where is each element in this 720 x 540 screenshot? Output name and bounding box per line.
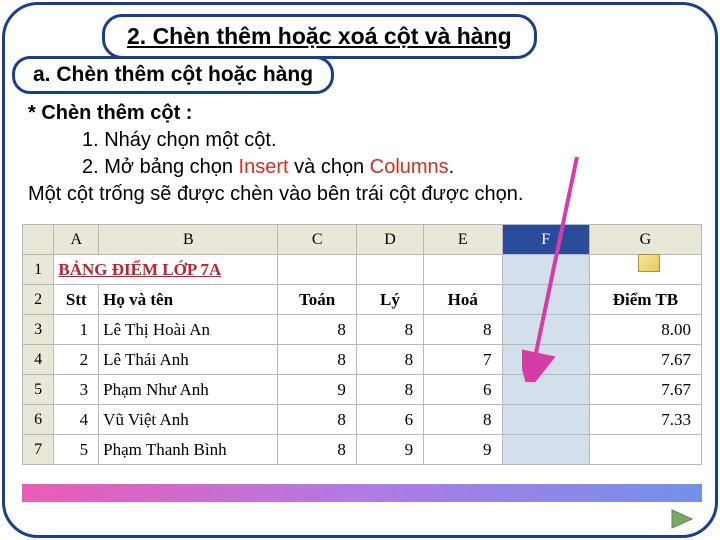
instruction-heading: * Chèn thêm cột : (28, 100, 692, 127)
col-header-c: C (278, 225, 356, 255)
section-title: 2. Chèn thêm hoặc xoá cột và hàng (102, 14, 537, 59)
col-header-d: D (356, 225, 423, 255)
decorative-bar (22, 484, 702, 502)
col-header-e: E (424, 225, 502, 255)
column-header-row: A B C D E F G (23, 225, 702, 255)
col-header-f: F (502, 225, 589, 255)
table-row: 2 Stt Họ và tên Toán Lý Hoá Điểm TB (23, 285, 702, 315)
spreadsheet-screenshot: A B C D E F G 1 BẢNG ĐIỂM LỚP 7A 2 Stt H… (22, 224, 702, 465)
step-1: 1. Nháy chọn một cột. (28, 127, 692, 154)
result-text: Một cột trống sẽ được chèn vào bên trái … (28, 181, 692, 208)
col-header-b: B (99, 225, 278, 255)
table-row: 3 1 Lê Thị Hoài An 8 8 8 8.00 (23, 315, 702, 345)
table-row: 5 3 Phạm Như Anh 9 8 6 7.67 (23, 375, 702, 405)
table-row: 1 BẢNG ĐIỂM LỚP 7A (23, 255, 702, 285)
instruction-block: * Chèn thêm cột : 1. Nháy chọn một cột. … (28, 100, 692, 208)
col-header-a: A (54, 225, 99, 255)
table-row: 7 5 Phạm Thanh Bình 8 9 9 (23, 435, 702, 465)
step-2: 2. Mở bảng chọn Insert và chọn Columns. (28, 154, 692, 181)
sheet-title-cell: BẢNG ĐIỂM LỚP 7A (54, 255, 278, 285)
col-header-g: G (589, 225, 701, 255)
subsection-title: a. Chèn thêm cột hoặc hàng (12, 56, 334, 94)
insert-brush-icon (638, 254, 660, 272)
select-all-corner (23, 225, 54, 255)
next-slide-button[interactable] (670, 508, 696, 530)
table-row: 6 4 Vũ Việt Anh 8 6 8 7.33 (23, 405, 702, 435)
table-row: 4 2 Lê Thái Anh 8 8 7 7.67 (23, 345, 702, 375)
